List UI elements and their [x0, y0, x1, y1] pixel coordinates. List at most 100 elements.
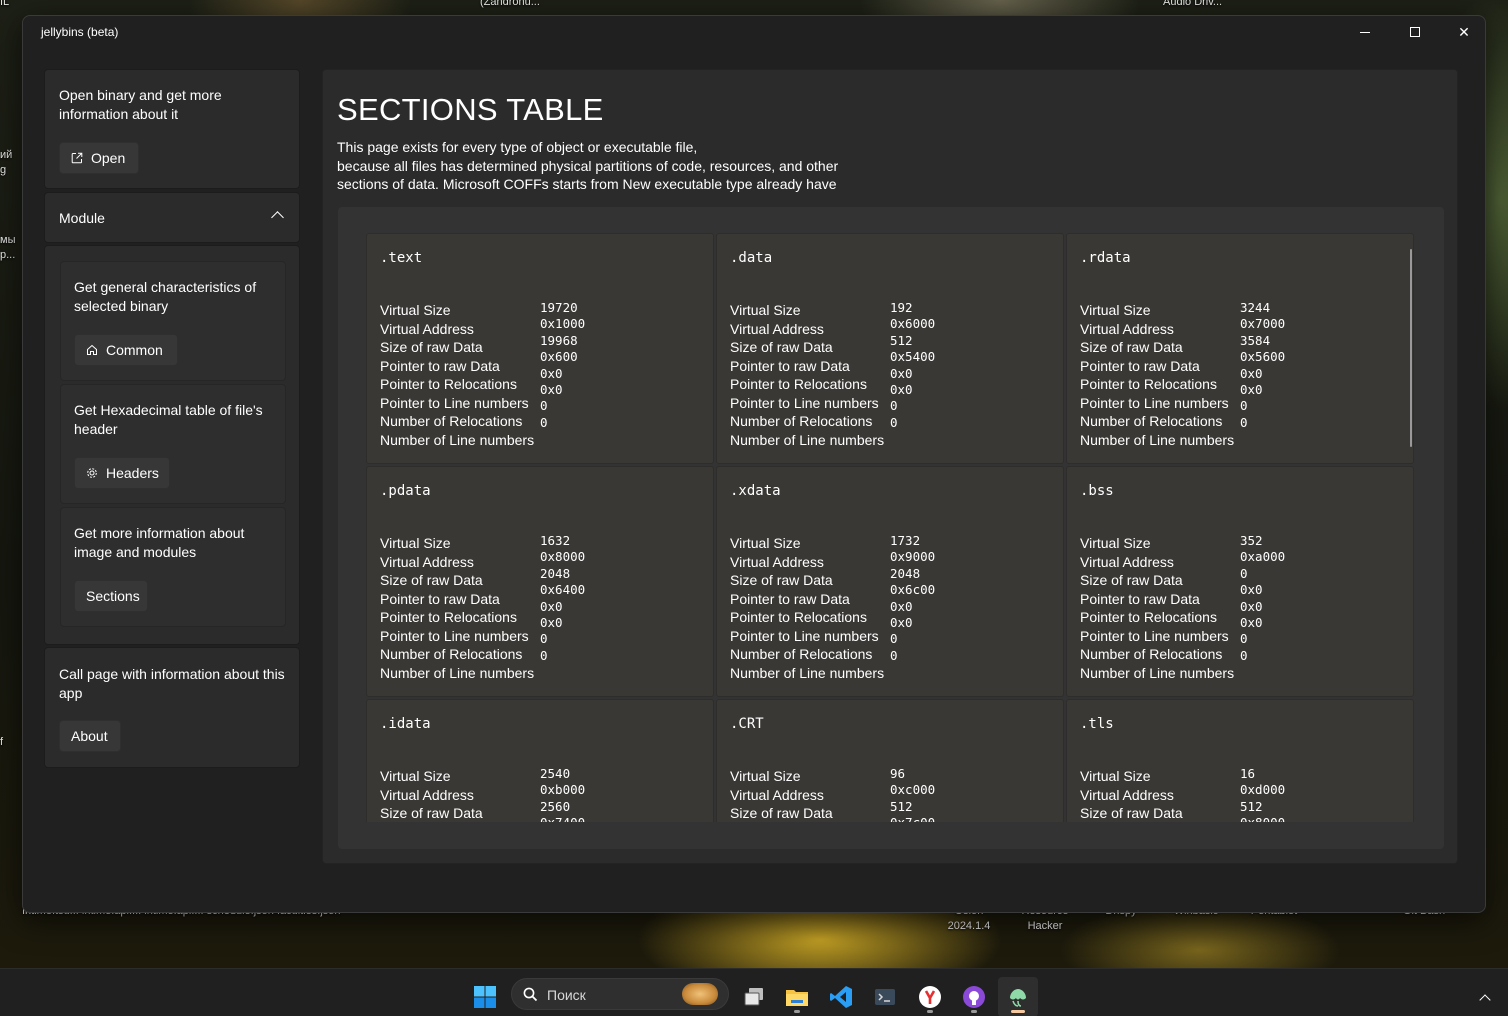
taskbar: Поиск	[0, 968, 1508, 1016]
headers-button[interactable]: Headers	[74, 457, 170, 489]
page-description: This page exists for every type of objec…	[337, 138, 897, 194]
field-label: Size of raw Data	[1080, 339, 1183, 355]
field-label: Pointer to Line numbers	[1080, 627, 1229, 644]
field-label: Pointer to Line numbers	[380, 627, 529, 644]
field-value: 0x7400	[540, 815, 585, 822]
field-label: Virtual Size	[730, 302, 801, 318]
field-label: Pointer to Line numbers	[380, 394, 529, 411]
sections-button-label: Sections	[86, 588, 140, 604]
field-label: Virtual Size	[730, 535, 801, 551]
field-label: Size of raw Data	[1080, 572, 1183, 588]
section-name: .data	[730, 250, 773, 266]
field-label: Size of raw Data	[730, 805, 833, 821]
search-highlight-icon	[682, 983, 718, 1005]
active-indicator	[1011, 1010, 1025, 1013]
minimize-icon	[1360, 31, 1370, 33]
field-value: 0	[540, 398, 548, 414]
about-button[interactable]: About	[59, 720, 121, 752]
field-value: 0x0	[540, 615, 563, 631]
jellybins-button[interactable]	[998, 977, 1038, 1016]
section-field-labels: Virtual Size Virtual Address Size of raw D…	[1080, 301, 1234, 449]
common-button[interactable]: Common	[74, 334, 178, 366]
sections-grid[interactable]: .text Virtual Size Virtual Address Size of …	[366, 233, 1415, 822]
sections-button[interactable]: Sections	[74, 580, 148, 612]
field-label: Virtual Address	[1080, 786, 1174, 803]
field-value: 0x0	[890, 598, 913, 614]
field-label: Size of raw Data	[380, 805, 483, 821]
field-label: Pointer to Relocations	[380, 609, 517, 625]
title-bar[interactable]: jellybins (beta) ✕	[23, 16, 1485, 48]
field-value: 0x7c00	[890, 815, 935, 822]
field-value: 0x0	[1240, 598, 1263, 614]
open-button[interactable]: Open	[59, 142, 139, 174]
section-card: .idata Virtual Size Virtual Address Size of…	[366, 699, 714, 822]
module-expander[interactable]: Module	[44, 192, 300, 243]
field-value: 2560	[540, 798, 571, 814]
field-label: Number of Line numbers	[1080, 664, 1235, 681]
section-name: .CRT	[730, 716, 764, 732]
section-field-labels: Virtual Size Virtual Address Size of raw D…	[380, 301, 534, 449]
maximize-button[interactable]	[1391, 16, 1439, 48]
minimize-button[interactable]	[1341, 16, 1389, 48]
file-explorer-button[interactable]	[777, 977, 817, 1016]
section-name: .bss	[1080, 483, 1114, 499]
field-label: Number of Relocations	[1080, 413, 1223, 429]
field-value: 0x0	[1240, 615, 1263, 631]
field-value: 3244	[1240, 300, 1271, 315]
field-value: 352	[1240, 533, 1263, 548]
vscode-button[interactable]	[821, 977, 861, 1016]
section-field-values: 19720 0x1000 19968 0x600 0x0 0x0 0 0	[540, 300, 585, 431]
field-label: Virtual Size	[1080, 768, 1151, 784]
section-field-labels: Virtual Size Virtual Address Size of raw D…	[730, 534, 884, 682]
task-view-button[interactable]	[734, 977, 774, 1016]
field-value: 0	[890, 631, 898, 647]
module-header: Module	[59, 210, 105, 226]
field-value: 512	[890, 798, 913, 814]
field-value: 0	[890, 398, 898, 414]
start-button[interactable]	[465, 977, 505, 1016]
section-card: .xdata Virtual Size Virtual Address Size of…	[716, 466, 1064, 697]
field-value: 512	[890, 332, 913, 348]
field-value: 19720	[540, 300, 578, 315]
field-label: Pointer to Relocations	[730, 609, 867, 625]
close-button[interactable]: ✕	[1440, 16, 1485, 48]
field-label: Virtual Size	[1080, 302, 1151, 318]
chevron-up-icon[interactable]	[271, 211, 284, 224]
description-line: This page exists for every type of objec…	[337, 139, 698, 155]
headers-card: Get Hexadecimal table of file's header H…	[60, 384, 286, 504]
desktop-label[interactable]: (Zandronu...	[480, 0, 540, 10]
field-label: Pointer to raw Data	[1080, 357, 1200, 374]
section-card: .pdata Virtual Size Virtual Address Size of…	[366, 466, 714, 697]
field-value: 0	[540, 414, 548, 430]
field-label: Size of raw Data	[380, 339, 483, 355]
field-label: Pointer to Relocations	[1080, 609, 1217, 625]
yandex-browser-button[interactable]	[910, 977, 950, 1016]
headers-card-text: Get Hexadecimal table of file's header	[74, 402, 263, 437]
section-field-values: 160xd0005120x8000	[1240, 766, 1285, 822]
desktop-label: р...	[0, 249, 16, 261]
running-indicator	[794, 1010, 800, 1013]
open-card-text: Open binary and get more information abo…	[59, 87, 222, 122]
page-title: SECTIONS TABLE	[337, 92, 604, 127]
sections-table[interactable]: .text Virtual Size Virtual Address Size of …	[338, 207, 1444, 849]
field-value: 0x5400	[890, 349, 936, 365]
open-card: Open binary and get more information abo…	[44, 69, 300, 189]
search-input[interactable]: Поиск	[511, 978, 729, 1010]
field-value: 0	[540, 631, 548, 647]
desktop-label[interactable]: Audio Driv...	[1163, 0, 1222, 10]
window-title: jellybins (beta)	[41, 25, 119, 39]
field-value: 512	[1240, 798, 1263, 814]
field-label: Pointer to raw Data	[730, 590, 850, 607]
section-name: .xdata	[730, 483, 781, 499]
vertical-scrollbar[interactable]	[1410, 249, 1412, 447]
terminal-button[interactable]	[865, 977, 905, 1016]
github-desktop-button[interactable]	[954, 977, 994, 1016]
field-value: 0	[1240, 565, 1248, 581]
system-tray-button[interactable]	[1465, 977, 1505, 1016]
field-value: 0x7000	[1240, 316, 1286, 332]
field-label: Size of raw Data	[730, 339, 833, 355]
field-label: Virtual Size	[380, 768, 451, 784]
github-desktop-icon	[963, 986, 985, 1008]
field-label: Number of Relocations	[730, 413, 873, 429]
field-value: 2540	[540, 766, 571, 781]
